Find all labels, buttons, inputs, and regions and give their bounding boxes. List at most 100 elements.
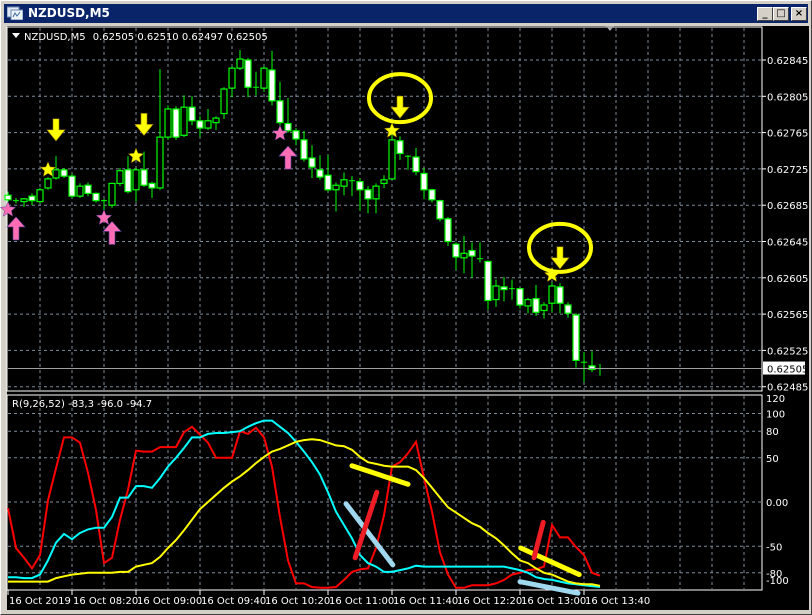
indicator-lines [7,419,601,596]
time-axis-label: 16 Oct 09:00 [137,596,202,607]
candle-body [556,286,564,304]
time-axis-label: 16 Oct 2019 [9,596,71,607]
candle [532,285,540,316]
candle-body [452,243,460,258]
price-axis-label: 0.62525 [767,346,808,357]
candle-body [388,139,396,180]
candle-body [428,189,436,201]
candle [236,50,244,70]
candle-body [212,117,220,124]
candle [84,182,92,197]
price-axis-label: 0.62605 [767,274,808,285]
candle-body [84,184,92,195]
candle-body [316,169,324,178]
time-axis-label: 16 Oct 11:40 [393,596,458,607]
candle-body [140,169,148,186]
candle [412,148,420,176]
candle [180,95,188,138]
candle [13,197,19,204]
candle-body [220,88,228,115]
candle-body [236,58,244,69]
price-axis-label: 0.62805 [767,92,808,103]
candle [92,192,100,203]
candle-body [116,170,124,185]
candle [308,145,316,178]
candle-body [172,108,180,138]
candle-body [548,285,556,304]
candle-body [564,304,572,314]
candle-body [20,198,28,203]
candle [420,167,428,199]
price-chart[interactable]: 0.62845 0.62805 0.62765 0.62725 0.62685 0.626… [0,0,812,615]
candle-body [500,286,508,291]
indicator-axis-label: 120 [766,394,785,405]
candle [405,155,411,170]
candle [509,279,515,300]
candle [492,279,500,307]
chart-menu-triangle-icon[interactable] [12,33,20,38]
indicator-axis-label: 80 [766,427,779,438]
candle [132,167,140,202]
candle [468,242,476,278]
candle [524,297,532,314]
candle [349,176,355,197]
indicator-line-r26 [8,419,601,588]
candle [253,71,259,96]
candle-body [260,67,268,89]
time-axis-label: 16 Oct 13:00 [521,596,586,607]
time-axis-label: 16 Oct 13:40 [585,596,650,607]
price-axis-label: 0.62765 [767,129,808,140]
candle-body [460,252,468,259]
candle-body [228,67,236,89]
candle-body [124,169,132,193]
candle [444,216,452,247]
buy-star-icon [0,201,17,217]
candle-body [108,182,116,206]
time-axis-label: 16 Oct 08:20 [73,596,138,607]
candle [428,188,436,203]
candle-body [156,136,164,189]
candle [76,183,84,198]
candle [380,175,388,188]
time-axis-label: 16 Oct 09:40 [201,596,266,607]
candles [4,50,603,383]
axes: 0.62845 0.62805 0.62765 0.62725 0.62685 0.626… [7,56,808,607]
candle-body [324,174,332,191]
candle [572,313,580,368]
candle-body [572,314,580,361]
candle [332,182,340,212]
candle-body [148,182,156,189]
candle [188,96,196,126]
candle-body [516,288,524,306]
candle [597,364,603,376]
candle-body [356,181,364,191]
indicator-panel-border [6,394,763,591]
candle [204,109,212,130]
candle [564,302,572,318]
candle [484,260,492,310]
time-axis-label: 16 Oct 12:20 [457,596,522,607]
candle [148,181,156,198]
candle-body [180,106,188,136]
price-axis-label: 0.62685 [767,201,808,212]
candle [276,81,284,126]
chart-shift-marker-icon[interactable] [606,26,614,31]
candle [220,87,228,119]
candle [340,172,348,196]
candle-body [308,157,316,168]
candle-body [4,194,12,201]
candle [581,352,587,383]
candle [268,50,276,106]
candle [124,156,132,194]
candle [172,106,180,140]
candle [156,69,164,190]
price-axis-label: 0.62565 [767,310,808,321]
candle [228,66,236,98]
indicator-axis-label: 50 [766,454,779,465]
indicator-axis-label: 100 [766,410,785,421]
candle [101,198,107,210]
candle [44,177,52,190]
candle-body [524,298,532,307]
price-axis-label: 0.62845 [767,56,808,67]
candle [260,66,268,92]
